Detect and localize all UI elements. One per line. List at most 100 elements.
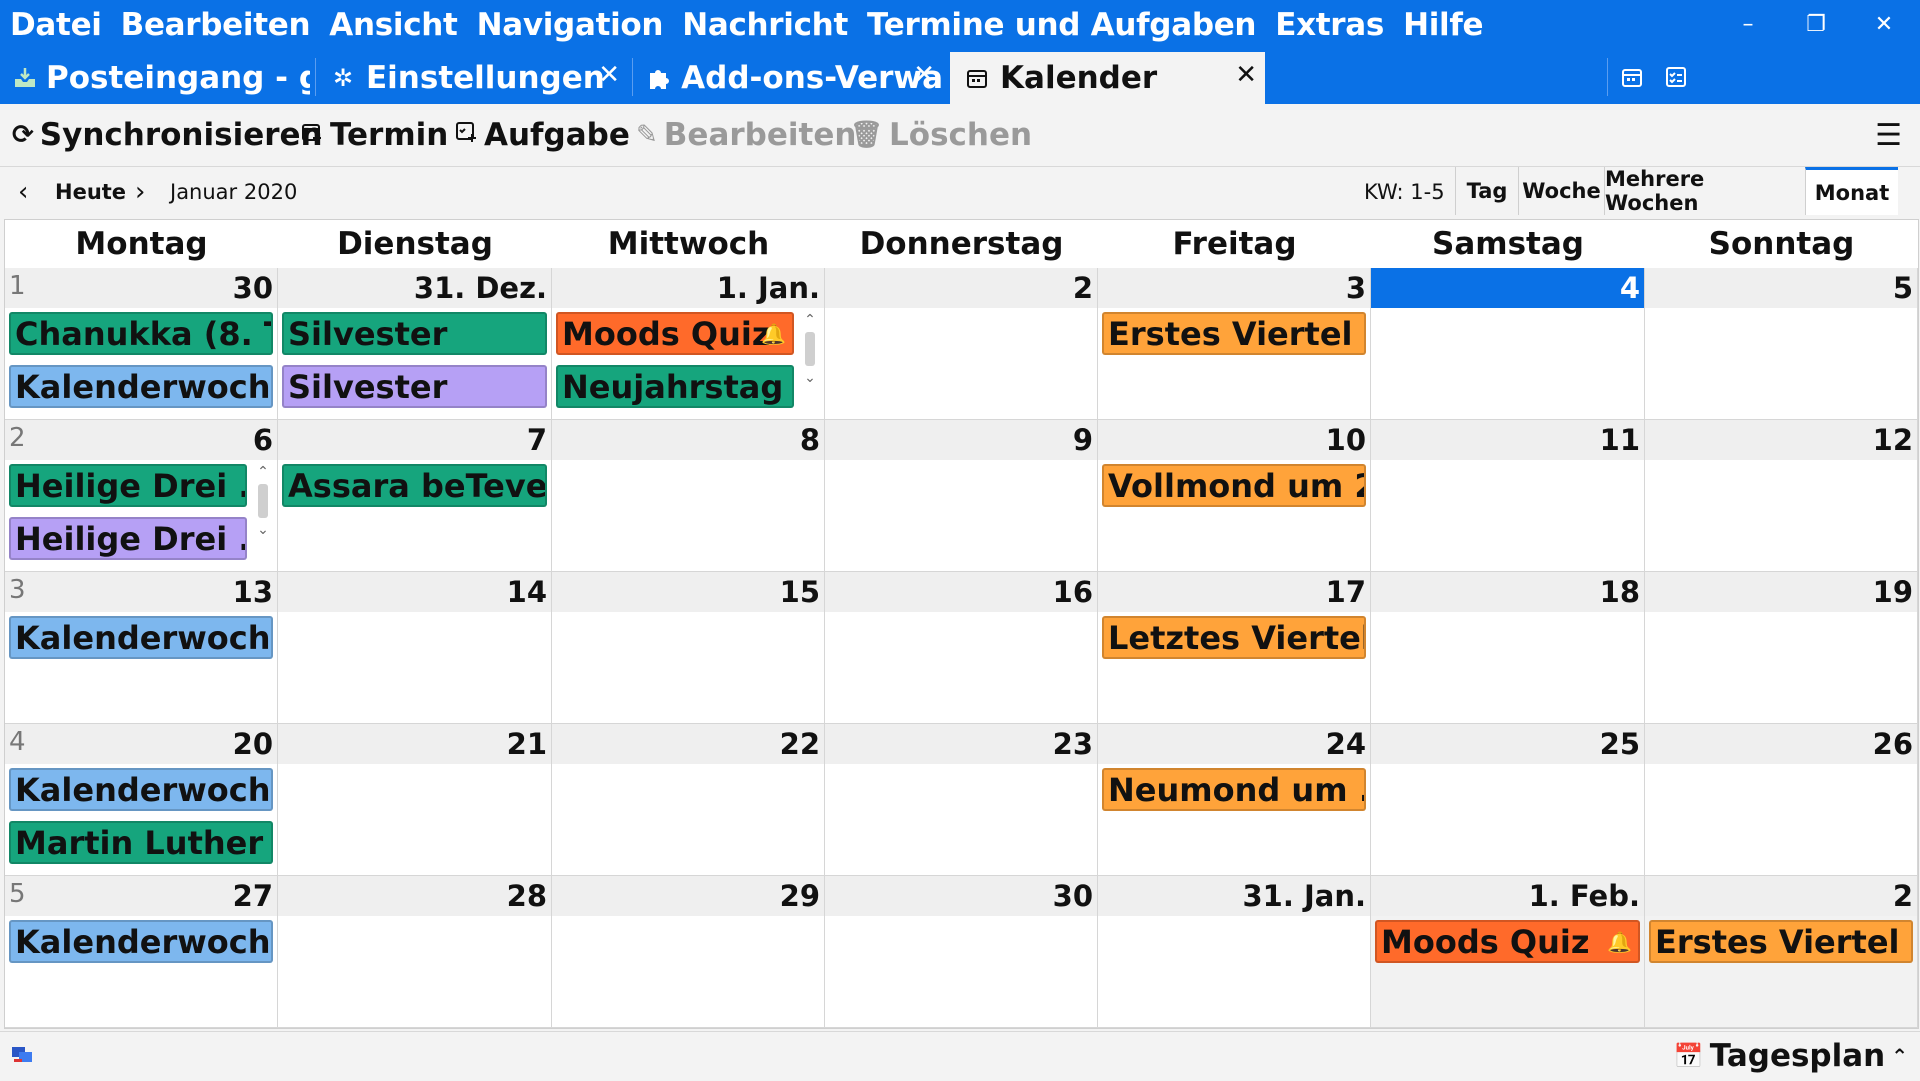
event-list-scrollbar[interactable]: ⌃ ⌄: [254, 464, 272, 564]
day-cell[interactable]: 11: [1371, 420, 1645, 572]
view-tag-button[interactable]: Tag: [1455, 167, 1518, 215]
tab-posteingang[interactable]: Posteingang - gt: [0, 52, 310, 104]
day-cell[interactable]: 4: [1371, 268, 1645, 420]
calendar-event[interactable]: Silvester: [282, 312, 547, 355]
day-cell[interactable]: 26Heilige Drei ...Heilige Drei ...⌃⌄: [5, 420, 278, 572]
day-cell[interactable]: 7 Assara beTevet: [278, 420, 552, 572]
calendar-event[interactable]: Erstes Viertel u...: [1102, 312, 1366, 355]
menu-ansicht[interactable]: Ansicht: [329, 7, 458, 43]
day-number[interactable]: 10: [1326, 423, 1366, 457]
day-number[interactable]: 11: [1600, 423, 1640, 457]
calendar-event[interactable]: Letztes Viertel ...: [1102, 616, 1366, 659]
day-cell[interactable]: 31. Dez. Silvester Silvester: [278, 268, 552, 420]
day-number[interactable]: 28: [507, 879, 547, 913]
close-tab-icon[interactable]: ✕: [598, 60, 620, 90]
close-tab-icon[interactable]: ✕: [913, 60, 935, 90]
day-number[interactable]: 18: [1600, 575, 1640, 609]
close-window-button[interactable]: ✕: [1850, 0, 1918, 48]
calendar-event[interactable]: Assara beTevet: [282, 464, 547, 507]
day-cell[interactable]: 14: [278, 572, 552, 724]
day-number[interactable]: 20: [233, 727, 273, 761]
day-number[interactable]: 22: [780, 727, 820, 761]
day-number[interactable]: 9: [1073, 423, 1093, 457]
today-pane-button[interactable]: 📅 Tagesplan ⌃: [1674, 1038, 1908, 1074]
day-cell[interactable]: 9: [825, 420, 1098, 572]
today-button[interactable]: Heute: [55, 175, 126, 209]
day-cell[interactable]: 5 27 Kalenderwoche...: [5, 876, 278, 1028]
close-tab-icon[interactable]: ✕: [1235, 60, 1257, 90]
day-number[interactable]: 13: [233, 575, 273, 609]
menu-bearbeiten[interactable]: Bearbeiten: [121, 7, 311, 43]
calendar-event[interactable]: Vollmond um 2...: [1102, 464, 1366, 507]
day-number[interactable]: 29: [780, 879, 820, 913]
menu-nachricht[interactable]: Nachricht: [682, 7, 848, 43]
day-cell[interactable]: 15: [552, 572, 825, 724]
new-task-button[interactable]: Aufgabe: [454, 114, 630, 156]
menu-termine-und-aufgaben[interactable]: Termine und Aufgaben: [867, 7, 1257, 43]
view-woche-button[interactable]: Woche: [1518, 167, 1604, 215]
menu-hilfe[interactable]: Hilfe: [1403, 7, 1484, 43]
view-monat-button[interactable]: Monat: [1805, 167, 1898, 215]
day-cell[interactable]: 24 Neumond um ...: [1098, 724, 1371, 876]
calendar-event[interactable]: Silvester: [282, 365, 547, 408]
tab-kalender[interactable]: Kalender ✕: [950, 52, 1265, 104]
day-cell[interactable]: 19: [1645, 572, 1918, 724]
minimize-button[interactable]: –: [1714, 0, 1782, 48]
day-cell[interactable]: 25: [1371, 724, 1645, 876]
restore-button[interactable]: ❐: [1782, 0, 1850, 48]
day-cell[interactable]: 5: [1645, 268, 1918, 420]
day-cell[interactable]: 1. Jan. Moods Quiz 🔔 Neujahrstag ⌃ ⌄: [552, 268, 825, 420]
app-menu-button[interactable]: ☰: [1875, 118, 1902, 153]
day-number[interactable]: 17: [1326, 575, 1366, 609]
day-number[interactable]: 3: [1346, 271, 1366, 305]
calendar-event[interactable]: Martin Luther ...: [9, 821, 273, 864]
day-cell[interactable]: 3 Erstes Viertel u...: [1098, 268, 1371, 420]
day-cell[interactable]: 10 Vollmond um 2...: [1098, 420, 1371, 572]
calendar-event[interactable]: Heilige Drei ...: [9, 464, 247, 507]
day-cell[interactable]: 3 13 Kalenderwoche...: [5, 572, 278, 724]
day-cell[interactable]: 1. Feb. Moods Quiz 🔔: [1371, 876, 1645, 1028]
day-number[interactable]: 31. Dez.: [414, 271, 547, 305]
day-number[interactable]: 8: [800, 423, 820, 457]
day-number[interactable]: 30: [233, 271, 273, 305]
day-number[interactable]: 31. Jan.: [1243, 879, 1367, 913]
day-number[interactable]: 25: [1600, 727, 1640, 761]
day-number[interactable]: 6: [253, 423, 273, 457]
day-cell[interactable]: 22: [552, 724, 825, 876]
day-cell[interactable]: 17 Letztes Viertel ...: [1098, 572, 1371, 724]
day-number[interactable]: 7: [527, 423, 547, 457]
day-cell[interactable]: 18: [1371, 572, 1645, 724]
calendar-event[interactable]: Neumond um ...: [1102, 768, 1366, 811]
day-cell[interactable]: 26: [1645, 724, 1918, 876]
day-cell[interactable]: 4 20 Kalenderwoche... Martin Luther ...: [5, 724, 278, 876]
day-number[interactable]: 2: [1893, 879, 1913, 913]
day-cell[interactable]: 21: [278, 724, 552, 876]
sync-button[interactable]: ⟳ Synchronisieren: [12, 114, 323, 156]
calendar-event[interactable]: Moods Quiz 🔔: [1375, 920, 1640, 963]
day-cell[interactable]: 23: [825, 724, 1098, 876]
calendar-event[interactable]: Neujahrstag: [556, 365, 794, 408]
day-cell[interactable]: 29: [552, 876, 825, 1028]
day-cell[interactable]: 8: [552, 420, 825, 572]
day-number[interactable]: 30: [1053, 879, 1093, 913]
calendar-mode-button[interactable]: [1615, 60, 1649, 94]
day-number[interactable]: 1. Jan.: [717, 271, 820, 305]
day-cell[interactable]: 2 Erstes Viertel u...: [1645, 876, 1918, 1028]
day-number[interactable]: 23: [1053, 727, 1093, 761]
calendar-event[interactable]: Moods Quiz 🔔: [556, 312, 794, 355]
day-number[interactable]: 19: [1873, 575, 1913, 609]
day-cell[interactable]: 31. Jan.: [1098, 876, 1371, 1028]
menu-extras[interactable]: Extras: [1275, 7, 1384, 43]
calendar-event[interactable]: Kalenderwoche...: [9, 365, 273, 408]
day-number[interactable]: 15: [780, 575, 820, 609]
event-list-scrollbar[interactable]: ⌃ ⌄: [801, 312, 819, 412]
calendar-event[interactable]: Erstes Viertel u...: [1649, 920, 1913, 963]
day-number[interactable]: 26: [1873, 727, 1913, 761]
next-month-button[interactable]: ›: [135, 175, 145, 209]
day-number[interactable]: 16: [1053, 575, 1093, 609]
calendar-event[interactable]: Kalenderwoche...: [9, 616, 273, 659]
menu-datei[interactable]: Datei: [10, 7, 102, 43]
calendar-event[interactable]: Chanukka (8. T...: [9, 312, 273, 355]
delete-button[interactable]: 🗑 Löschen: [850, 114, 1032, 156]
day-cell[interactable]: 16: [825, 572, 1098, 724]
